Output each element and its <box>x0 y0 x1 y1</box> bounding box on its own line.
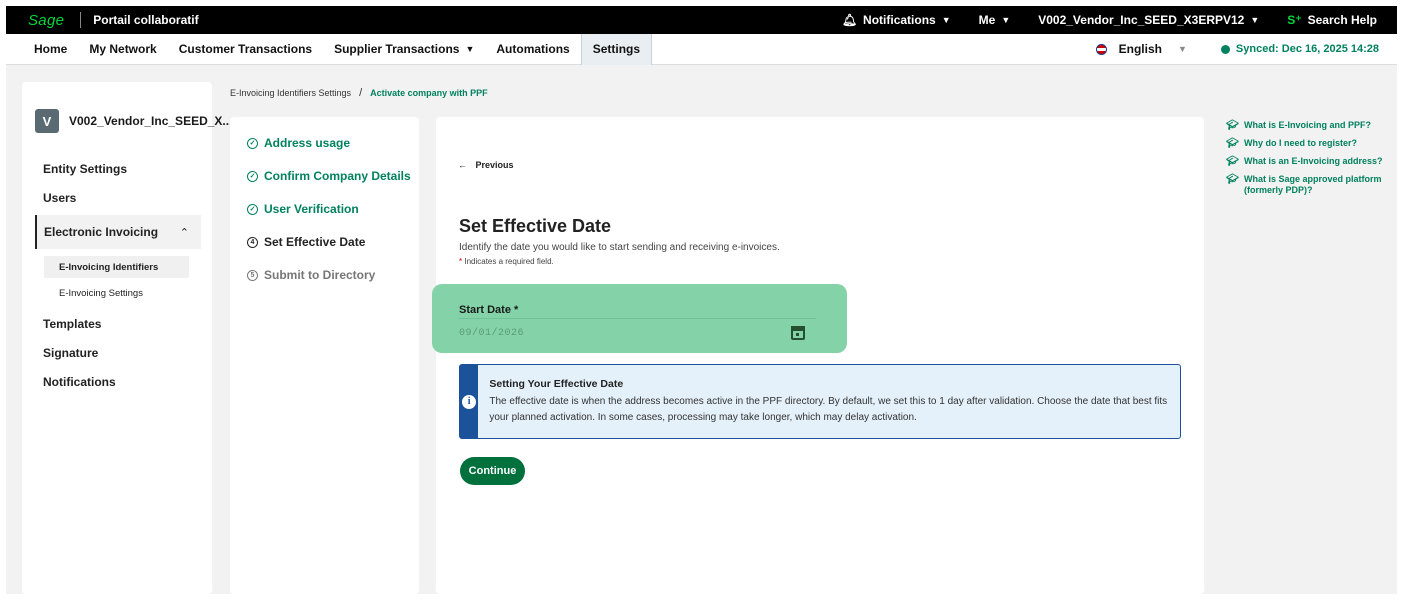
step-label: Submit to Directory <box>264 268 376 282</box>
step-label: Confirm Company Details <box>264 169 411 183</box>
bell-icon: 🔔︎ <box>841 13 858 27</box>
continue-button[interactable]: Continue <box>460 457 525 485</box>
step-address-usage[interactable]: ✓ Address usage <box>247 136 350 150</box>
chevron-up-icon: ⌃ <box>179 226 189 239</box>
graduation-cap-icon: 🎓︎ <box>1226 174 1239 185</box>
step-label: Address usage <box>264 136 351 150</box>
nav-home[interactable]: Home <box>6 34 78 65</box>
sidebar-item-users[interactable]: Users <box>43 191 76 205</box>
us-flag-icon <box>1095 43 1107 55</box>
help-link-label: Why do I need to register? <box>1244 138 1358 148</box>
breadcrumb-separator: / <box>359 87 363 99</box>
breadcrumb-parent[interactable]: E-Invoicing Identifiers Settings <box>230 88 351 98</box>
entity-header: V V002_Vendor_Inc_SEED_X... <box>35 109 232 133</box>
step-number-icon: 4 <box>247 236 258 248</box>
arrow-left-icon: ← <box>458 160 467 170</box>
nav-settings[interactable]: Settings <box>580 33 653 65</box>
sidebar-item-electronic-invoicing[interactable]: Electronic Invoicing ⌃ <box>35 215 201 249</box>
top-bar: Sage Portail collaboratif 🔔︎ Notificatio… <box>6 6 1397 34</box>
notifications-menu[interactable]: 🔔︎ Notifications ▼ <box>842 13 951 27</box>
step-label: User Verification <box>264 202 359 216</box>
previous-label: Previous <box>475 160 514 170</box>
sidebar-item-templates[interactable]: Templates <box>43 317 101 331</box>
caret-down-icon: ▼ <box>941 15 951 25</box>
help-link-label: What is an E-Invoicing address? <box>1244 156 1383 166</box>
help-link-why-register[interactable]: 🎓︎ Why do I need to register? <box>1226 138 1391 149</box>
check-circle-icon: ✓ <box>247 137 258 149</box>
divider <box>80 12 82 28</box>
sidebar-subitem-einvoicing-settings[interactable]: E-Invoicing Settings <box>44 282 189 304</box>
help-link-label: What is E-Invoicing and PPF? <box>1244 120 1372 130</box>
help-link-einvoicing-address[interactable]: 🎓︎ What is an E-Invoicing address? <box>1226 156 1391 167</box>
nav-supplier-transactions[interactable]: Supplier Transactions ▼ <box>323 34 485 65</box>
info-banner: i Setting Your Effective Date The effect… <box>459 364 1181 439</box>
sync-status: Synced: Dec 16, 2025 14:28 <box>1220 43 1379 55</box>
start-date-label: Start Date * <box>459 304 519 316</box>
step-set-effective-date: 4 Set Effective Date <box>247 235 365 249</box>
step-label: Set Effective Date <box>264 235 366 249</box>
sync-label: Synced: Dec 16, 2025 14:28 <box>1235 43 1379 55</box>
sage-copilot-icon: S⁺ <box>1287 13 1302 27</box>
caret-down-icon: ▼ <box>465 44 475 54</box>
status-dot-icon <box>1220 44 1230 54</box>
language-label: English <box>1118 42 1162 56</box>
page-description: Identify the date you would like to star… <box>459 242 780 253</box>
graduation-cap-icon: 🎓︎ <box>1226 120 1239 131</box>
main-panel: ← Previous Set Effective Date Identify t… <box>436 117 1204 594</box>
info-icon: i <box>462 394 477 409</box>
sidebar-item-notifications[interactable]: Notifications <box>43 375 116 389</box>
sidebar-item-signature[interactable]: Signature <box>43 346 98 360</box>
page-title: Set Effective Date <box>459 216 612 236</box>
required-note: * Indicates a required field. <box>459 257 554 266</box>
search-help-label: Search Help <box>1307 13 1377 27</box>
breadcrumb: E-Invoicing Identifiers Settings / Activ… <box>230 87 488 99</box>
nav-my-network[interactable]: My Network <box>78 34 167 65</box>
step-submit-to-directory: 5 Submit to Directory <box>247 268 375 282</box>
info-banner-strip: i <box>460 365 479 438</box>
start-date-value: 09/01/2026 <box>459 327 525 339</box>
main-nav: Home My Network Customer Transactions Su… <box>6 33 1397 65</box>
me-label: Me <box>978 13 996 27</box>
sidebar-item-label: Electronic Invoicing <box>44 225 159 239</box>
step-confirm-company-details[interactable]: ✓ Confirm Company Details <box>247 169 411 183</box>
stepper-panel: ✓ Address usage ✓ Confirm Company Detail… <box>230 117 419 594</box>
entity-name: V002_Vendor_Inc_SEED_X... <box>69 114 233 128</box>
caret-down-icon: ▼ <box>1250 15 1260 25</box>
help-link-einvoicing-ppf[interactable]: 🎓︎ What is E-Invoicing and PPF? <box>1226 120 1391 131</box>
company-menu[interactable]: V002_Vendor_Inc_SEED_X3ERPV12 ▼ <box>1038 13 1259 27</box>
me-menu[interactable]: Me ▼ <box>979 13 1011 27</box>
graduation-cap-icon: 🎓︎ <box>1226 138 1239 149</box>
avatar: V <box>35 109 59 133</box>
nav-customer-transactions[interactable]: Customer Transactions <box>168 34 323 65</box>
help-link-sage-approved-platform[interactable]: 🎓︎ What is Sage approved platform (forme… <box>1226 174 1391 196</box>
check-circle-icon: ✓ <box>247 203 258 215</box>
app-title: Portail collaboratif <box>93 13 199 27</box>
company-label: V002_Vendor_Inc_SEED_X3ERPV12 <box>1038 13 1245 27</box>
info-title: Setting Your Effective Date <box>489 378 624 390</box>
step-number-icon: 5 <box>247 269 258 281</box>
settings-sidebar: V V002_Vendor_Inc_SEED_X... Entity Setti… <box>22 82 232 594</box>
caret-down-icon: ▼ <box>1177 44 1187 54</box>
step-user-verification[interactable]: ✓ User Verification <box>247 202 359 216</box>
breadcrumb-current: Activate company with PPF <box>370 88 488 98</box>
notifications-label: Notifications <box>863 13 936 27</box>
nav-automations[interactable]: Automations <box>485 34 580 65</box>
nav-supplier-label: Supplier Transactions <box>334 42 460 56</box>
required-note-text: Indicates a required field. <box>462 257 554 266</box>
previous-link[interactable]: ← Previous <box>458 160 514 170</box>
info-text: The effective date is when the address b… <box>489 396 1168 423</box>
caret-down-icon: ▼ <box>1001 15 1011 25</box>
language-select[interactable]: English ▼ <box>1095 42 1187 56</box>
graduation-cap-icon: 🎓︎ <box>1226 156 1239 167</box>
help-links: 🎓︎ What is E-Invoicing and PPF? 🎓︎ Why d… <box>1226 120 1391 203</box>
sidebar-subitem-einvoicing-identifiers[interactable]: E-Invoicing Identifiers <box>44 256 189 278</box>
sidebar-item-entity-settings[interactable]: Entity Settings <box>43 162 127 176</box>
search-help-button[interactable]: S⁺ Search Help <box>1287 13 1377 27</box>
start-date-input[interactable]: 09/01/2026 <box>459 318 816 347</box>
check-circle-icon: ✓ <box>247 170 258 182</box>
help-link-label: What is Sage approved platform (formerly… <box>1244 174 1382 195</box>
sage-logo[interactable]: Sage <box>28 12 64 29</box>
calendar-icon[interactable] <box>791 326 805 340</box>
